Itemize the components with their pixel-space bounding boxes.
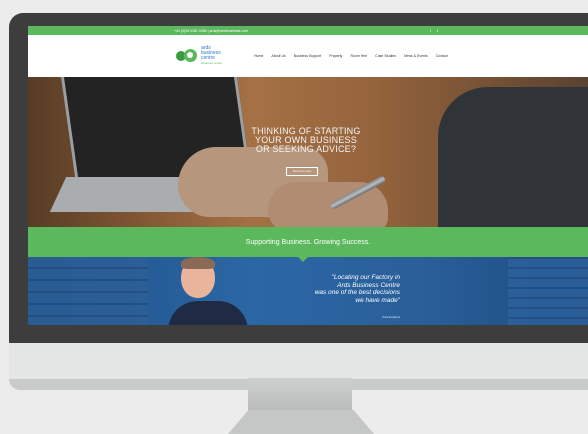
nav-business-support[interactable]: Business Support <box>294 54 321 58</box>
logo-tagline: business centre <box>201 61 223 65</box>
logo-text: ards business centre business centre <box>201 46 222 66</box>
nav-property[interactable]: Property <box>329 54 342 58</box>
quote-line-2: Ards Business Centre <box>337 281 400 289</box>
monitor-stand-base <box>228 410 374 434</box>
site-header: ards business centre business centre Hom… <box>28 35 588 77</box>
find-out-more-button[interactable]: Find out more <box>286 167 318 176</box>
monitor-stand-neck <box>248 378 352 412</box>
testimonial-author: Paul Hopkins <box>382 315 400 319</box>
website-screen: +44 (0)28 9181 9286 | ards@ardsbusiness.… <box>28 26 588 325</box>
nav-news-events[interactable]: News & Events <box>404 54 428 58</box>
nav-about-us[interactable]: About Us <box>271 54 285 58</box>
nav-room-hire[interactable]: Room Hire <box>350 54 367 58</box>
top-contact-bar: +44 (0)28 9181 9286 | ards@ardsbusiness.… <box>28 26 588 35</box>
tagline-text: Supporting Business. Growing Success. <box>245 238 371 246</box>
contact-info[interactable]: +44 (0)28 9181 9286 | ards@ardsbusiness.… <box>174 29 248 33</box>
main-nav: Home About Us Business Support Property … <box>254 54 448 58</box>
down-arrow-icon <box>298 257 308 262</box>
testimonial-photo <box>168 257 248 325</box>
quote-line-4: we have made" <box>355 296 400 304</box>
site-logo[interactable]: ards business centre business centre <box>176 46 222 66</box>
tagline-band: Supporting Business. Growing Success. <box>28 227 588 262</box>
nav-contact[interactable]: Contact <box>436 54 448 58</box>
logo-icon <box>176 49 198 63</box>
facebook-icon[interactable]: f <box>430 28 431 33</box>
testimonial-quote: "Locating our Factory in Ards Business C… <box>290 274 400 304</box>
quote-line-1: "Locating our Factory in <box>331 274 400 281</box>
testimonial-section: "Locating our Factory in Ards Business C… <box>28 257 588 325</box>
hero-banner: THINKING OF STARTING YOUR OWN BUSINESS O… <box>28 77 588 227</box>
nav-home[interactable]: Home <box>254 54 263 58</box>
hero-headline: THINKING OF STARTING YOUR OWN BUSINESS O… <box>246 127 366 154</box>
twitter-icon[interactable]: t <box>437 28 438 33</box>
social-links: f t <box>430 28 438 33</box>
quote-line-3: was one of the best decisions <box>314 289 400 296</box>
nav-case-studies[interactable]: Case Studies <box>375 54 396 58</box>
hero-headline-line-3: OR SEEKING ADVICE? <box>255 144 357 154</box>
